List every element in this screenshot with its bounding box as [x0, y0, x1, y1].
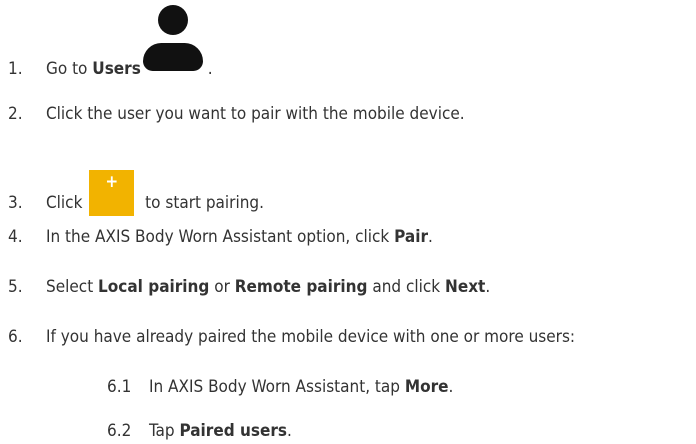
step-number: 1. — [8, 59, 23, 79]
step-bold-users: Users — [92, 59, 141, 79]
step-text: Click the user you want to pair with the… — [46, 104, 465, 124]
step-text: . — [202, 59, 213, 79]
step-text: or — [209, 277, 235, 297]
step-text: . — [428, 227, 433, 247]
add-icon: + — [89, 170, 135, 216]
step-bold-remote-pairing: Remote pairing — [234, 277, 368, 297]
step-text: and click — [367, 277, 446, 297]
step-number: 4. — [8, 227, 23, 247]
step-2: 2. Click the user you want to pair with t… — [8, 103, 465, 125]
substep-bold-more: More — [404, 377, 449, 397]
substep-text: Tap — [149, 421, 180, 441]
step-text: In the AXIS Body Worn Assistant option, … — [46, 227, 395, 247]
substep-number: 6.1 — [107, 377, 132, 397]
step-bold-next: Next — [445, 277, 486, 297]
step-text: Go to — [46, 59, 93, 79]
substep-6-2: 6.2 Tap Paired users. — [107, 420, 292, 442]
step-bold-local-pairing: Local pairing — [98, 277, 210, 297]
user-icon-body — [142, 43, 203, 71]
user-icon-head — [157, 5, 188, 35]
substep-bold-paired-users: Paired users — [179, 421, 287, 441]
substep-6-1: 6.1 In AXIS Body Worn Assistant, tap More… — [107, 376, 453, 398]
step-number: 6. — [8, 327, 23, 347]
substep-text: . — [448, 377, 454, 397]
substep-number: 6.2 — [107, 421, 132, 441]
substep-text: . — [287, 421, 292, 441]
step-4: 4. In the AXIS Body Worn Assistant option… — [8, 226, 433, 248]
step-number: 5. — [8, 277, 23, 297]
step-text: . — [485, 277, 491, 297]
step-text: to start pairing. — [140, 193, 264, 213]
step-number: 3. — [8, 193, 23, 213]
user-icon — [142, 5, 203, 80]
step-bold-pair: Pair — [394, 227, 428, 247]
step-text: Click — [46, 193, 88, 213]
step-5: 5. Select Local pairing or Remote pairing… — [8, 276, 490, 298]
step-1: 1. Go to Users . — [8, 5, 213, 80]
step-text: Select — [46, 277, 99, 297]
step-3: 3. Click + to start pairing. — [8, 170, 264, 216]
plus-glyph: + — [105, 172, 119, 192]
step-number: 2. — [8, 104, 23, 124]
step-6: 6. If you have already paired the mobile … — [8, 326, 575, 348]
substep-text: In AXIS Body Worn Assistant, tap — [149, 377, 405, 397]
step-text: If you have already paired the mobile de… — [46, 327, 576, 347]
